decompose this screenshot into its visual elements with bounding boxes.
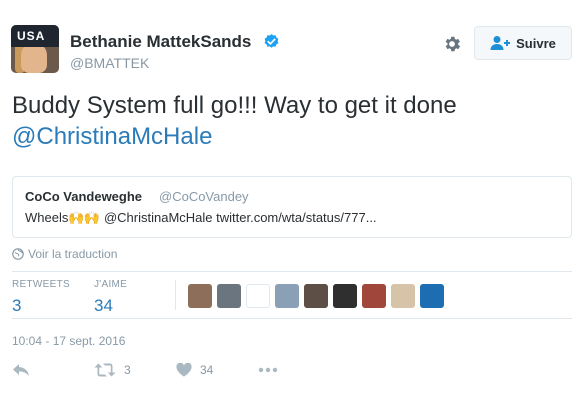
follow-label: Suivre bbox=[516, 35, 556, 51]
author-name[interactable]: Bethanie MattekSands bbox=[70, 32, 251, 52]
like-button[interactable]: 34 bbox=[176, 363, 258, 377]
tweet-timestamp[interactable]: 10:04 - 17 sept. 2016 bbox=[12, 334, 125, 348]
like-count: 34 bbox=[200, 363, 214, 377]
add-user-icon bbox=[490, 36, 511, 50]
retweets-value: 3 bbox=[12, 296, 22, 315]
more-icon bbox=[258, 367, 278, 373]
divider-top bbox=[12, 271, 572, 272]
globe-icon bbox=[12, 248, 24, 260]
author-handle[interactable]: @BMATTEK bbox=[70, 55, 149, 71]
quoted-tweet-text: Wheels🙌🙌 @ChristinaMcHale twitter.com/wt… bbox=[25, 210, 377, 226]
quoted-author-handle: @CoCoVandey bbox=[159, 189, 249, 204]
follow-button[interactable]: Suivre bbox=[474, 26, 572, 60]
avatar-cap-text: USA bbox=[17, 29, 46, 43]
likes-stat[interactable]: J'AIME 34 bbox=[94, 279, 127, 316]
liker-avatar[interactable] bbox=[188, 284, 212, 308]
likes-value: 34 bbox=[94, 296, 113, 315]
divider-bottom bbox=[12, 318, 572, 319]
liker-avatar[interactable] bbox=[275, 284, 299, 308]
likes-label: J'AIME bbox=[94, 279, 128, 290]
gear-icon[interactable] bbox=[442, 34, 462, 54]
more-button[interactable] bbox=[258, 367, 278, 373]
retweets-label: RETWEETS bbox=[12, 279, 70, 290]
reply-button[interactable] bbox=[12, 363, 94, 377]
author-avatar[interactable]: USA bbox=[11, 25, 59, 73]
liker-avatar[interactable] bbox=[420, 284, 444, 308]
reply-icon bbox=[13, 364, 29, 376]
liker-avatar[interactable] bbox=[217, 284, 241, 308]
liker-avatar[interactable] bbox=[333, 284, 357, 308]
liker-avatar[interactable] bbox=[304, 284, 328, 308]
liker-avatar[interactable] bbox=[362, 284, 386, 308]
tweet-mention-link[interactable]: @ChristinaMcHale bbox=[12, 123, 212, 150]
retweet-button[interactable]: 3 bbox=[94, 363, 176, 377]
quoted-text-suffix: @ChristinaMcHale twitter.com/wta/status/… bbox=[100, 210, 377, 225]
retweet-count: 3 bbox=[124, 363, 131, 377]
quoted-author-name: CoCo Vandeweghe bbox=[25, 189, 143, 204]
verified-icon bbox=[264, 34, 279, 48]
tweet-text: Buddy System full go!!! Way to get it do… bbox=[12, 90, 572, 152]
translate-link[interactable]: Voir la traduction bbox=[12, 247, 117, 261]
stats-divider bbox=[175, 280, 176, 310]
tweet-body: Buddy System full go!!! Way to get it do… bbox=[12, 92, 457, 119]
quoted-tweet[interactable]: CoCo Vandeweghe @CoCoVandey Wheels🙌🙌 @Ch… bbox=[12, 176, 572, 238]
liker-avatar[interactable] bbox=[246, 284, 270, 308]
heart-icon bbox=[176, 363, 192, 377]
liker-avatar[interactable] bbox=[391, 284, 415, 308]
avatar-face bbox=[21, 43, 47, 73]
likers-avatars bbox=[188, 284, 444, 308]
tweet-actions: 3 34 bbox=[12, 363, 278, 377]
retweet-icon bbox=[94, 363, 116, 377]
raised-hands-emoji: 🙌🙌 bbox=[68, 210, 99, 225]
translate-label: Voir la traduction bbox=[28, 247, 118, 261]
quoted-text-prefix: Wheels bbox=[25, 210, 69, 225]
retweets-stat[interactable]: RETWEETS 3 bbox=[12, 279, 70, 316]
